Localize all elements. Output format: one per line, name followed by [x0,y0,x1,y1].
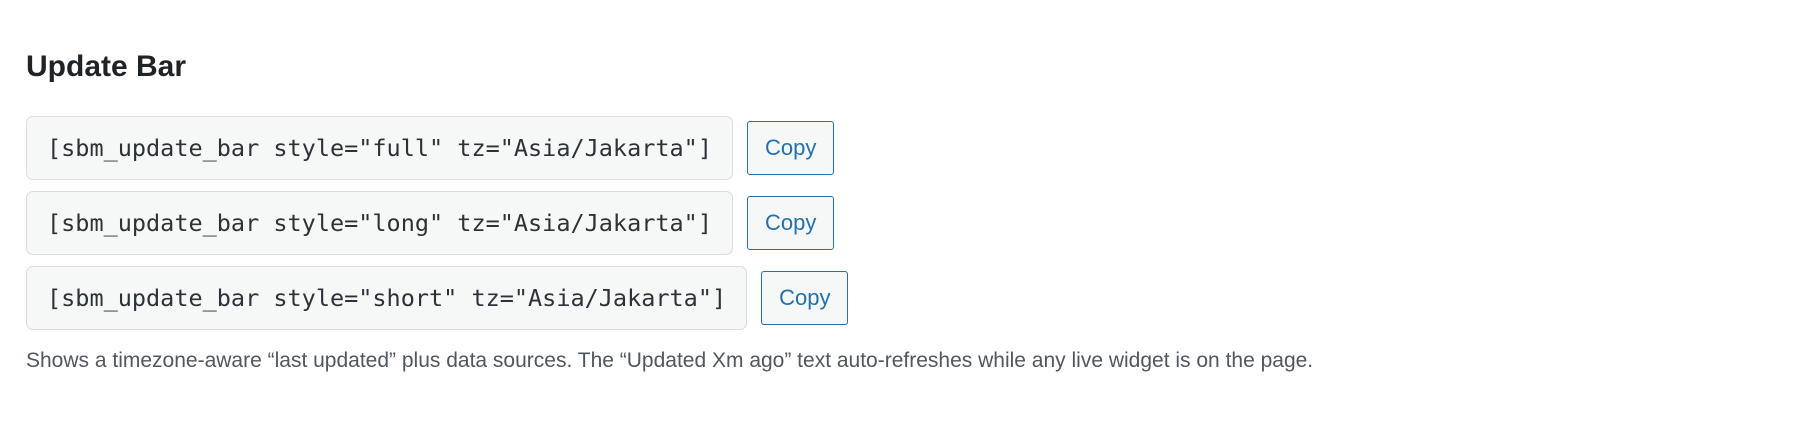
shortcode-text[interactable]: [sbm_update_bar style="short" tz="Asia/J… [26,266,748,330]
shortcode-row-long: [sbm_update_bar style="long" tz="Asia/Ja… [26,191,835,255]
shortcode-text[interactable]: [sbm_update_bar style="full" tz="Asia/Ja… [26,116,733,180]
copy-button[interactable]: Copy [746,121,835,175]
copy-button[interactable]: Copy [746,196,835,250]
section-title: Update Bar [26,50,187,83]
section-description: Shows a timezone-aware “last updated” pl… [26,349,1314,372]
shortcode-row-short: [sbm_update_bar style="short" tz="Asia/J… [26,266,849,330]
copy-button[interactable]: Copy [761,271,849,325]
shortcode-row-full: [sbm_update_bar style="full" tz="Asia/Ja… [26,116,835,180]
shortcode-text[interactable]: [sbm_update_bar style="long" tz="Asia/Ja… [26,191,733,255]
